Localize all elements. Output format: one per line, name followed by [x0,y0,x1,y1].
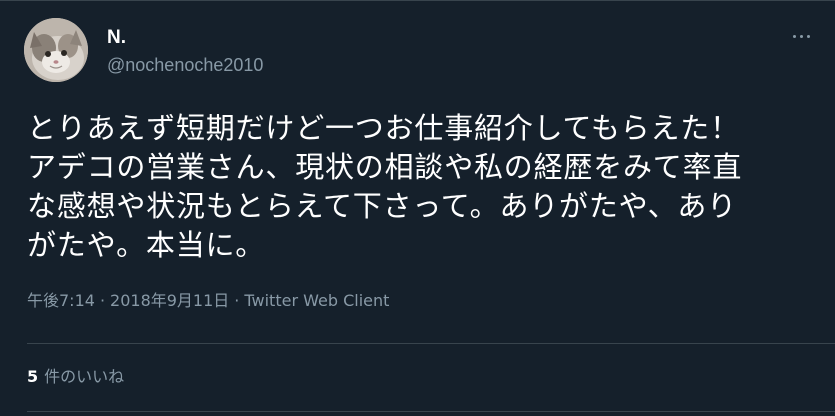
stats-divider [27,411,835,412]
more-dot-icon [806,34,810,38]
tweet-meta: 午後7:14 · 2018年9月11日 · Twitter Web Client [27,290,389,312]
likes-stat[interactable]: 5 件のいいね [27,366,124,388]
more-options-button[interactable] [786,26,816,46]
tweet-card: N. @nochenoche2010 とりあえず短期だけど一つお仕事紹介してもら… [0,0,835,416]
tweet-date[interactable]: 2018年9月11日 [110,291,229,310]
author-handle[interactable]: @nochenoche2010 [107,53,263,77]
meta-separator: · [99,291,106,310]
tweet-time[interactable]: 午後7:14 [27,291,95,310]
tweet-source-link[interactable]: Twitter Web Client [244,291,389,310]
cat-avatar-icon [24,18,88,82]
tweet-text: とりあえず短期だけど一つお仕事紹介してもらえた！ アデコの営業さん、現状の相談や… [27,111,743,262]
top-divider [0,0,835,1]
more-dot-icon [799,34,803,38]
author-display-name[interactable]: N. [107,26,126,50]
avatar[interactable] [24,18,88,82]
meta-divider [27,343,835,344]
meta-separator: · [234,291,240,310]
likes-label: 件のいいね [44,367,125,386]
likes-count: 5 [27,367,39,386]
more-dot-icon [792,34,796,38]
